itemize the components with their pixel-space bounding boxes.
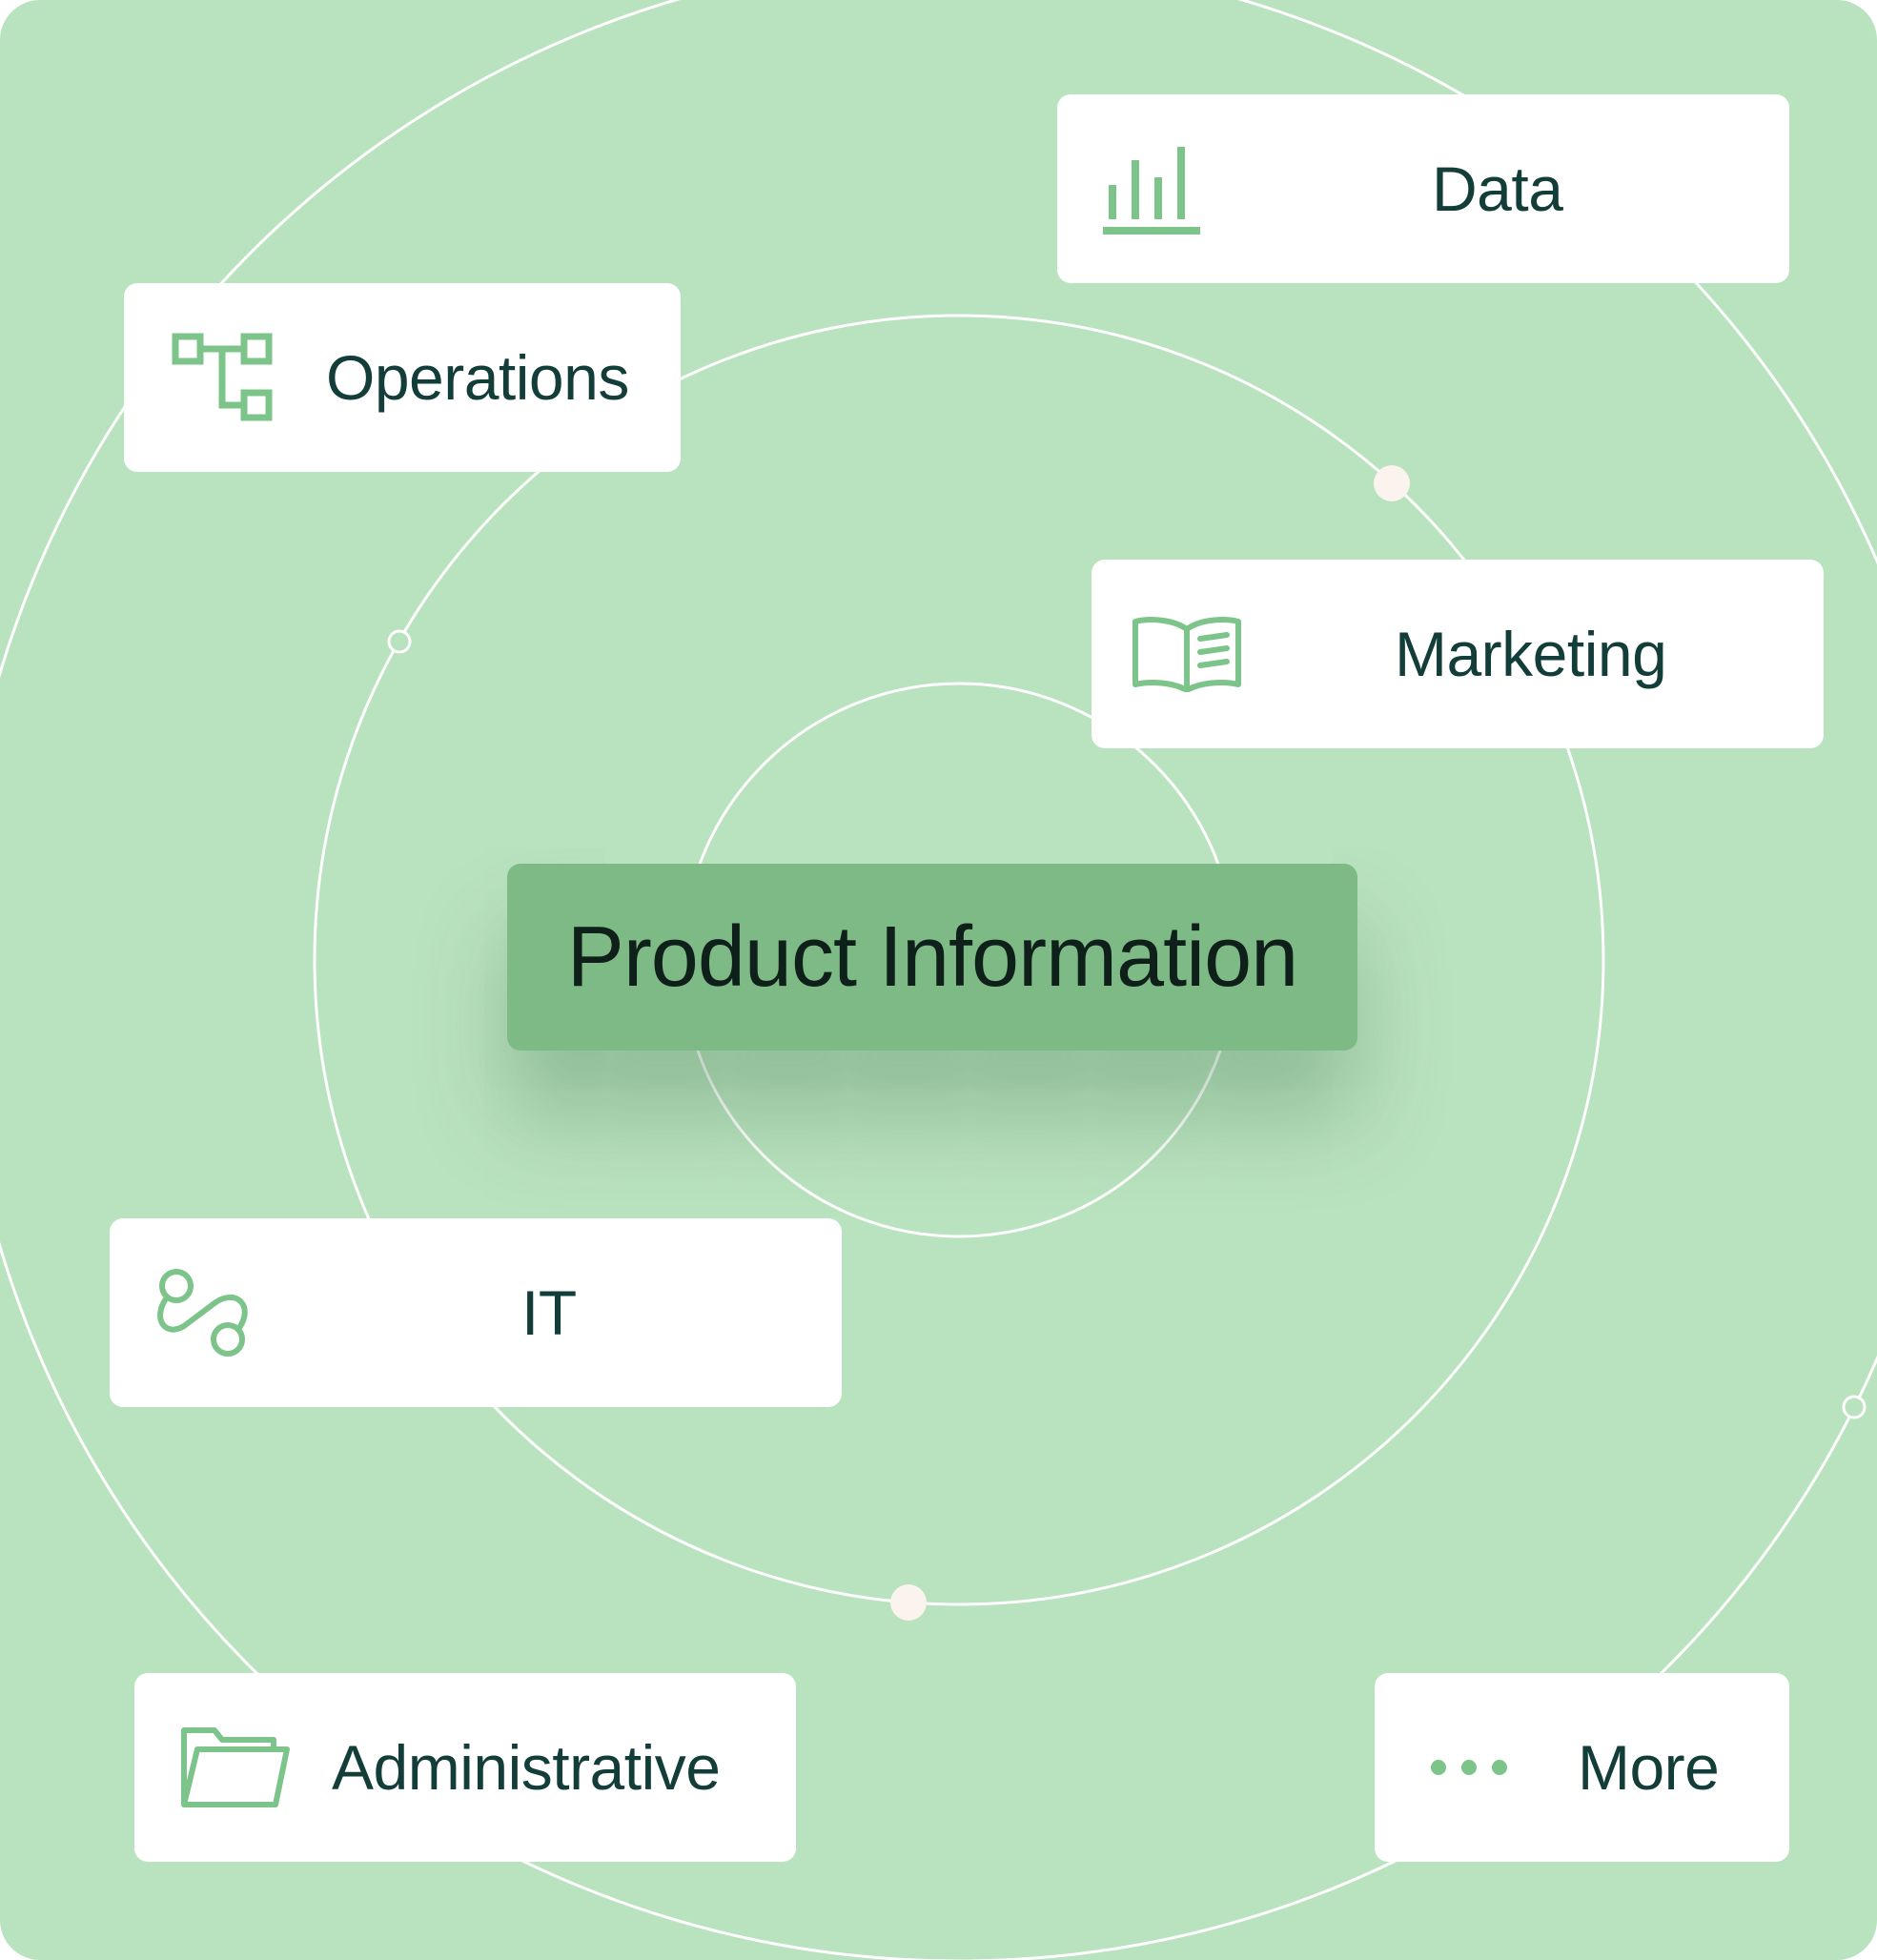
orbit-dot-small xyxy=(387,629,412,654)
node-marketing[interactable]: Marketing xyxy=(1092,560,1824,748)
open-book-icon xyxy=(1132,617,1241,692)
node-label: More xyxy=(1578,1732,1720,1803)
folder-icon xyxy=(181,1727,290,1807)
diagram-canvas: Data Operations Marketing IT Administrat… xyxy=(0,0,1877,1960)
node-data[interactable]: Data xyxy=(1057,94,1789,283)
bar-chart-icon xyxy=(1103,147,1200,235)
node-operations[interactable]: Operations xyxy=(124,283,681,472)
node-it[interactable]: IT xyxy=(110,1218,842,1407)
node-label: Data xyxy=(1432,153,1563,224)
node-label: Marketing xyxy=(1395,619,1667,689)
node-more[interactable]: More xyxy=(1375,1673,1789,1862)
orbit-dot xyxy=(1374,465,1410,501)
node-label: Administrative xyxy=(332,1732,721,1803)
node-label: IT xyxy=(521,1277,577,1348)
orbit-dot xyxy=(890,1584,927,1621)
center-node-label: Product Information xyxy=(566,909,1298,1005)
hierarchy-icon xyxy=(172,333,273,421)
orbit-dot-small xyxy=(1842,1395,1867,1419)
node-administrative[interactable]: Administrative xyxy=(134,1673,796,1862)
route-icon xyxy=(157,1269,248,1357)
node-label: Operations xyxy=(326,342,629,413)
more-dots-icon xyxy=(1431,1760,1507,1775)
center-node-product-information[interactable]: Product Information xyxy=(507,864,1357,1051)
